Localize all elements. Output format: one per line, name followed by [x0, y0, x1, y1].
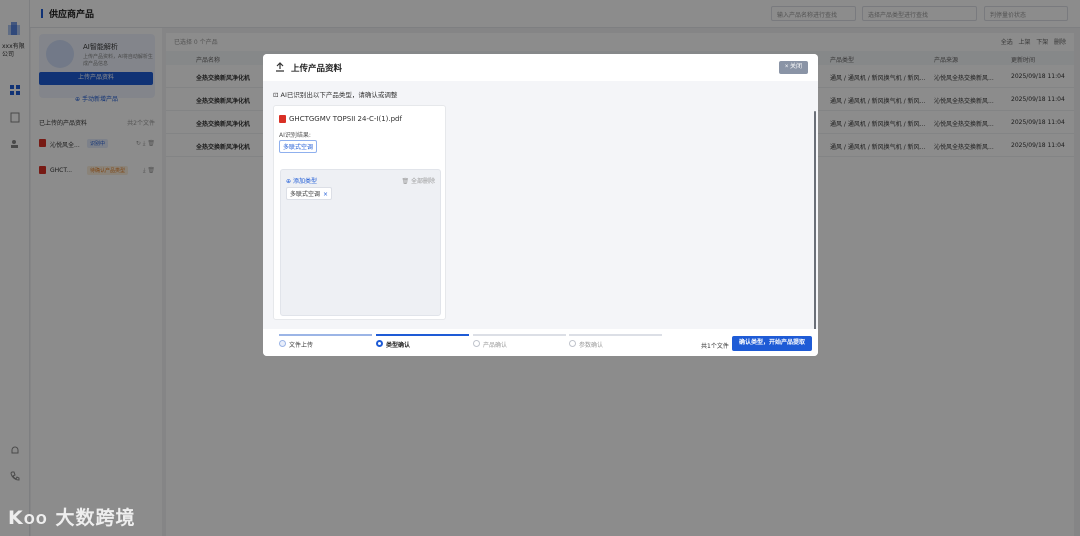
watermark: KOO 大数跨境: [8, 507, 136, 529]
upload-icon: [276, 62, 284, 72]
selected-type-tag: 多联式空调 ×: [286, 187, 333, 200]
delete-all-button[interactable]: 🗑 全部删除: [401, 176, 435, 185]
step-product-confirm: 产品确认: [473, 334, 566, 352]
file-type-card: GHCTGGMV TOPSII 24-C-I(1).pdf AI识别结果: 多联…: [273, 105, 446, 320]
type-selection-box: ⊕ 添加类型 🗑 全部删除 多联式空调 ×: [280, 169, 441, 316]
active-step-icon: [376, 340, 383, 347]
pending-step-icon: [569, 340, 576, 347]
step-line: [569, 334, 662, 336]
add-type-label: 添加类型: [292, 178, 317, 185]
step-line: [376, 334, 469, 336]
watermark-text: 大数跨境: [55, 507, 136, 529]
remove-tag-icon[interactable]: ×: [323, 191, 328, 198]
close-button[interactable]: × 关闭: [778, 61, 808, 74]
modal-footer: 文件上传 类型确认 产品确认 参数确认 共1个文件 确认类型，开始产品提取: [263, 329, 818, 356]
step-file-upload: 文件上传: [279, 334, 372, 352]
step-line: [279, 334, 372, 336]
step-label: 参数确认: [579, 342, 604, 349]
delete-all-label: 全部删除: [410, 178, 435, 185]
confirm-type-button[interactable]: 确认类型，开始产品提取: [732, 336, 812, 351]
step-param-confirm: 参数确认: [569, 334, 662, 352]
file-name: GHCTGGMV TOPSII 24-C-I(1).pdf: [289, 115, 402, 123]
ai-result-label: AI识别结果:: [279, 132, 311, 139]
pending-step-icon: [473, 340, 480, 347]
ai-hint: ⊡ AI已识别出以下产品类型，请确认或调整: [273, 91, 398, 99]
step-label: 文件上传: [289, 342, 314, 349]
file-count: 共1个文件: [701, 343, 729, 350]
step-label: 类型确认: [386, 342, 411, 349]
check-circle-icon: [279, 340, 286, 347]
step-label: 产品确认: [483, 342, 508, 349]
modal-title: 上传产品资料: [291, 64, 343, 74]
step-type-confirm: 类型确认: [376, 334, 469, 352]
modal-body: ⊡ AI已识别出以下产品类型，请确认或调整 GHCTGGMV TOPSII 24…: [263, 81, 818, 355]
modal-scrollbar[interactable]: [814, 111, 816, 355]
modal-header: 上传产品资料 × 关闭: [263, 54, 818, 81]
tag-label: 多联式空调: [290, 191, 321, 198]
upload-modal: 上传产品资料 × 关闭 ⊡ AI已识别出以下产品类型，请确认或调整 GHCTGG…: [263, 54, 818, 356]
ai-result-chip: 多联式空调: [279, 140, 318, 153]
close-label: 关闭: [789, 64, 802, 70]
hint-text: AI已识别出以下产品类型，请确认或调整: [280, 91, 398, 99]
step-line: [473, 334, 566, 336]
add-type-button[interactable]: ⊕ 添加类型: [286, 176, 317, 185]
pdf-icon: [279, 115, 286, 123]
